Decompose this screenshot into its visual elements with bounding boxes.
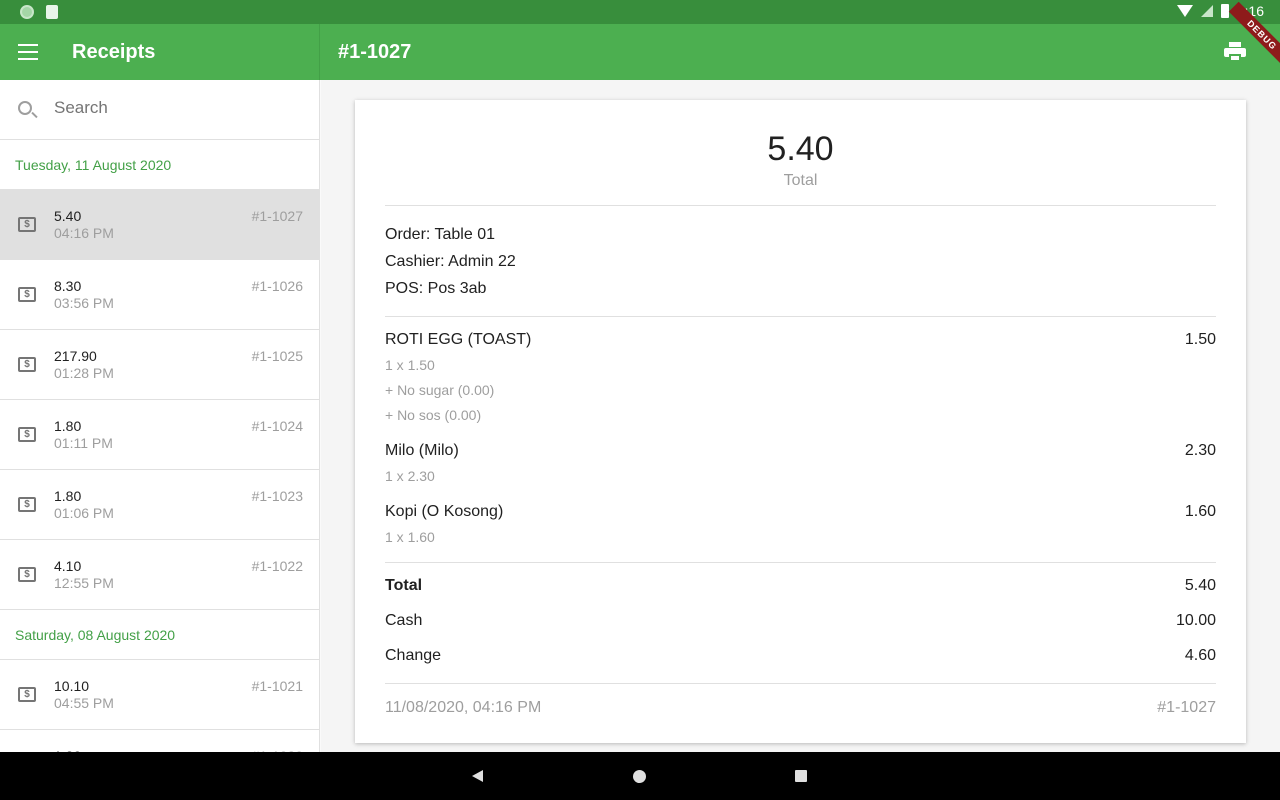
receipt-amount: 1.80 [54,488,82,504]
cash-icon: $ [18,287,36,302]
signal-icon [1200,5,1213,17]
line-item-name: Milo (Milo) [385,442,459,459]
search-bar [0,80,319,140]
date-header: Tuesday, 11 August 2020 [0,140,319,190]
change-value: 4.60 [1184,647,1216,664]
receipt-line-item: ROTI EGG (TOAST) 1.50 1 x 1.50 + No sugar (… [385,317,1216,428]
receipt-total-amount: 5.40 [767,130,834,168]
line-item-detail: + No sos (0.00) [385,407,482,423]
totals-row-change: Change 4.60 [385,633,1216,683]
receipt-list-item[interactable]: $4.10 12:55 PM #1-1022 [0,540,319,610]
receipt-amount: 10.10 [54,678,90,694]
receipt-amount: 217.90 [54,348,97,364]
receipt-amount: 5.40 [54,208,82,224]
total-label: Total [385,577,423,594]
list-container: Tuesday, 11 August 2020 $5.40 04:16 PM #1-1… [0,140,319,752]
receipt-id: #1-1023 [251,488,303,504]
line-item-details: 1 x 1.50 + No sugar (0.00) + No sos (0.00) [385,353,1216,428]
page-title: Receipts [72,41,156,63]
cash-value: 10.00 [1175,612,1216,629]
receipt-id: #1-1021 [251,678,303,694]
line-item-name: Kopi (O Kosong) [385,503,504,520]
receipt-card: 5.40 Total Order: Table 01 Cashier: Admi… [355,100,1246,743]
change-label: Change [385,647,442,664]
cash-icon: $ [18,427,36,442]
receipt-id: #1-1025 [251,348,303,364]
receipt-time: 04:55 PM [54,695,114,711]
receipt-meta: Order: Table 01 Cashier: Admin 22 POS: P… [385,206,1216,316]
notification-icons [20,5,58,19]
search-input[interactable] [54,98,304,118]
home-icon[interactable] [633,770,646,783]
search-icon [18,101,32,115]
receipt-time: 04:16 PM [54,225,114,241]
receipt-id: #1-1026 [251,278,303,294]
cash-icon: $ [18,217,36,232]
receipt-amount: 4.10 [54,558,82,574]
cash-icon: $ [18,687,36,702]
status-bar: 4:16 [0,0,1280,24]
receipt-list: Tuesday, 11 August 2020 $5.4004:16 PM #1-1… [0,80,320,752]
date-header: Saturday, 08 August 2020 [0,610,319,660]
sd-card-icon [46,5,58,19]
line-item-price: 2.30 [1184,442,1216,459]
receipt-time: 01:28 PM [54,365,114,381]
line-item-price: 1.60 [1184,503,1216,520]
receipt-pos: POS: Pos 3ab [385,280,487,297]
totals-row-total: Total 5.40 [385,563,1216,598]
cash-icon: $ [18,497,36,512]
notification-dot-icon [20,5,34,19]
receipt-datetime: 11/08/2020, 04:16 PM [385,699,542,716]
wifi-icon [1176,5,1193,17]
line-items: ROTI EGG (TOAST) 1.50 1 x 1.50 + No sugar (… [385,317,1216,562]
app-bar-list-section: Receipts [0,24,320,80]
line-item-detail: 1 x 2.30 [385,468,435,484]
receipt-list-item[interactable]: $1.80 01:06 PM #1-1023 [0,470,319,540]
line-item-detail: 1 x 1.50 [385,357,435,373]
receipt-id: #1-1022 [251,558,303,574]
menu-icon[interactable] [18,44,38,60]
receipt-line-item: Milo (Milo) 2.30 1 x 2.30 [385,428,1216,489]
receipt-total-caption: Total [783,172,818,189]
receipt-cashier: Cashier: Admin 22 [385,253,516,270]
receipt-title: #1-1027 [338,41,412,63]
receipt-list-item[interactable]: $10.10 04:55 PM #1-1021 [0,660,319,730]
receipt-list-item[interactable]: $1.80 01:11 PM #1-1024 [0,400,319,470]
recents-icon[interactable] [795,770,807,782]
receipt-detail-pane: 5.40 Total Order: Table 01 Cashier: Admi… [321,80,1280,752]
receipt-order: Order: Table 01 [385,226,495,243]
print-icon[interactable] [1224,42,1246,62]
cash-icon: $ [18,357,36,372]
line-item-detail: + No sugar (0.00) [385,382,495,398]
receipt-id: #1-1027 [251,208,303,224]
line-item-detail: 1 x 1.60 [385,529,435,545]
receipt-time: 12:55 PM [54,575,114,591]
receipt-list-item[interactable]: $5.40 04:16 PM #1-1027 [0,190,319,260]
receipt-list-item[interactable]: $217.90 01:28 PM #1-1025 [0,330,319,400]
receipt-amount: 8.30 [54,278,82,294]
receipt-amount: 1.80 [54,418,82,434]
cash-icon: $ [18,567,36,582]
totals-row-cash: Cash 10.00 [385,598,1216,633]
receipt-time: 01:06 PM [54,505,114,521]
line-item-details: 1 x 1.60 [385,525,1216,550]
receipt-list-item[interactable]: $8.30 03:56 PM #1-1026 [0,260,319,330]
line-item-details: 1 x 2.30 [385,464,1216,489]
receipt-footer: 11/08/2020, 04:16 PM #1-1027 [385,684,1216,734]
app-bar: Receipts #1-1027 DEBUG [0,1,1280,80]
line-item-price: 1.50 [1184,331,1216,348]
receipt-time: 01:11 PM [54,435,113,451]
navigation-bar [0,752,1280,800]
receipt-line-item: Kopi (O Kosong) 1.60 1 x 1.60 [385,489,1216,550]
back-icon[interactable] [472,770,483,782]
cash-label: Cash [385,612,423,629]
receipt-list-item[interactable]: $1.30#1-1020 [0,730,319,752]
receipt-id: #1-1024 [251,418,303,434]
receipt-footer-id: #1-1027 [1157,699,1216,716]
line-item-name: ROTI EGG (TOAST) [385,331,532,348]
receipt-time: 03:56 PM [54,295,114,311]
total-value: 5.40 [1184,577,1216,594]
